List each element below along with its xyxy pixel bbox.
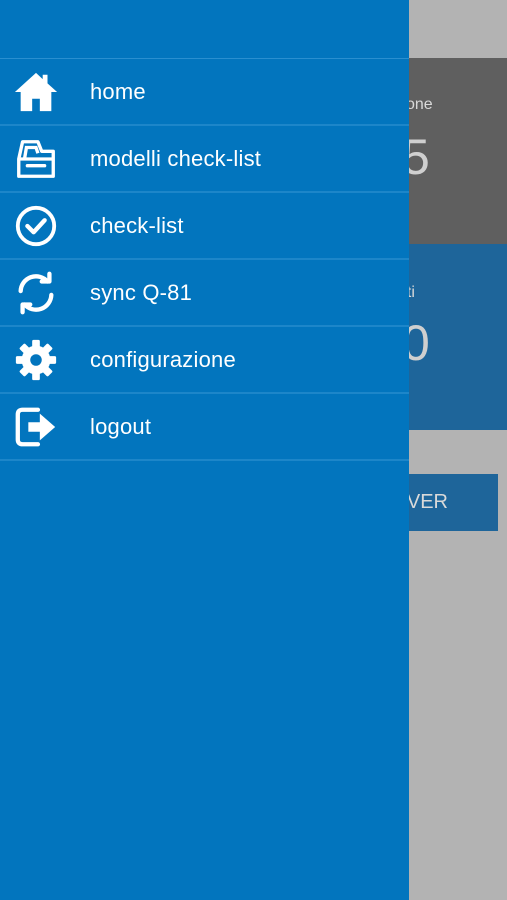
menu-item-sync[interactable]: sync Q-81: [0, 260, 409, 327]
menu-item-label: logout: [90, 413, 152, 439]
home-icon: [12, 68, 60, 116]
menu-item-check-list[interactable]: check-list: [0, 193, 409, 260]
menu-item-configurazione[interactable]: configurazione: [0, 327, 409, 394]
gear-icon: [12, 336, 60, 384]
navigation-drawer: home modelli check-list check-list sync …: [0, 0, 409, 900]
menu-item-label: sync Q-81: [90, 279, 193, 305]
menu-item-label: modelli check-list: [90, 145, 262, 171]
app-screen: lazione 5 pilati 0 VER home: [0, 0, 507, 900]
drawer-header: [0, 0, 409, 58]
check-circle-icon: [12, 202, 60, 250]
menu-item-home[interactable]: home: [0, 59, 409, 126]
menu-item-label: configurazione: [90, 346, 236, 372]
menu-item-modelli-check-list[interactable]: modelli check-list: [0, 126, 409, 193]
drawer-menu: home modelli check-list check-list sync …: [0, 58, 409, 461]
inbox-tray-icon: [12, 135, 60, 183]
menu-item-label: home: [90, 78, 146, 104]
menu-item-logout[interactable]: logout: [0, 394, 409, 461]
sync-icon: [12, 269, 60, 317]
logout-icon: [12, 403, 60, 451]
menu-item-label: check-list: [90, 212, 184, 238]
